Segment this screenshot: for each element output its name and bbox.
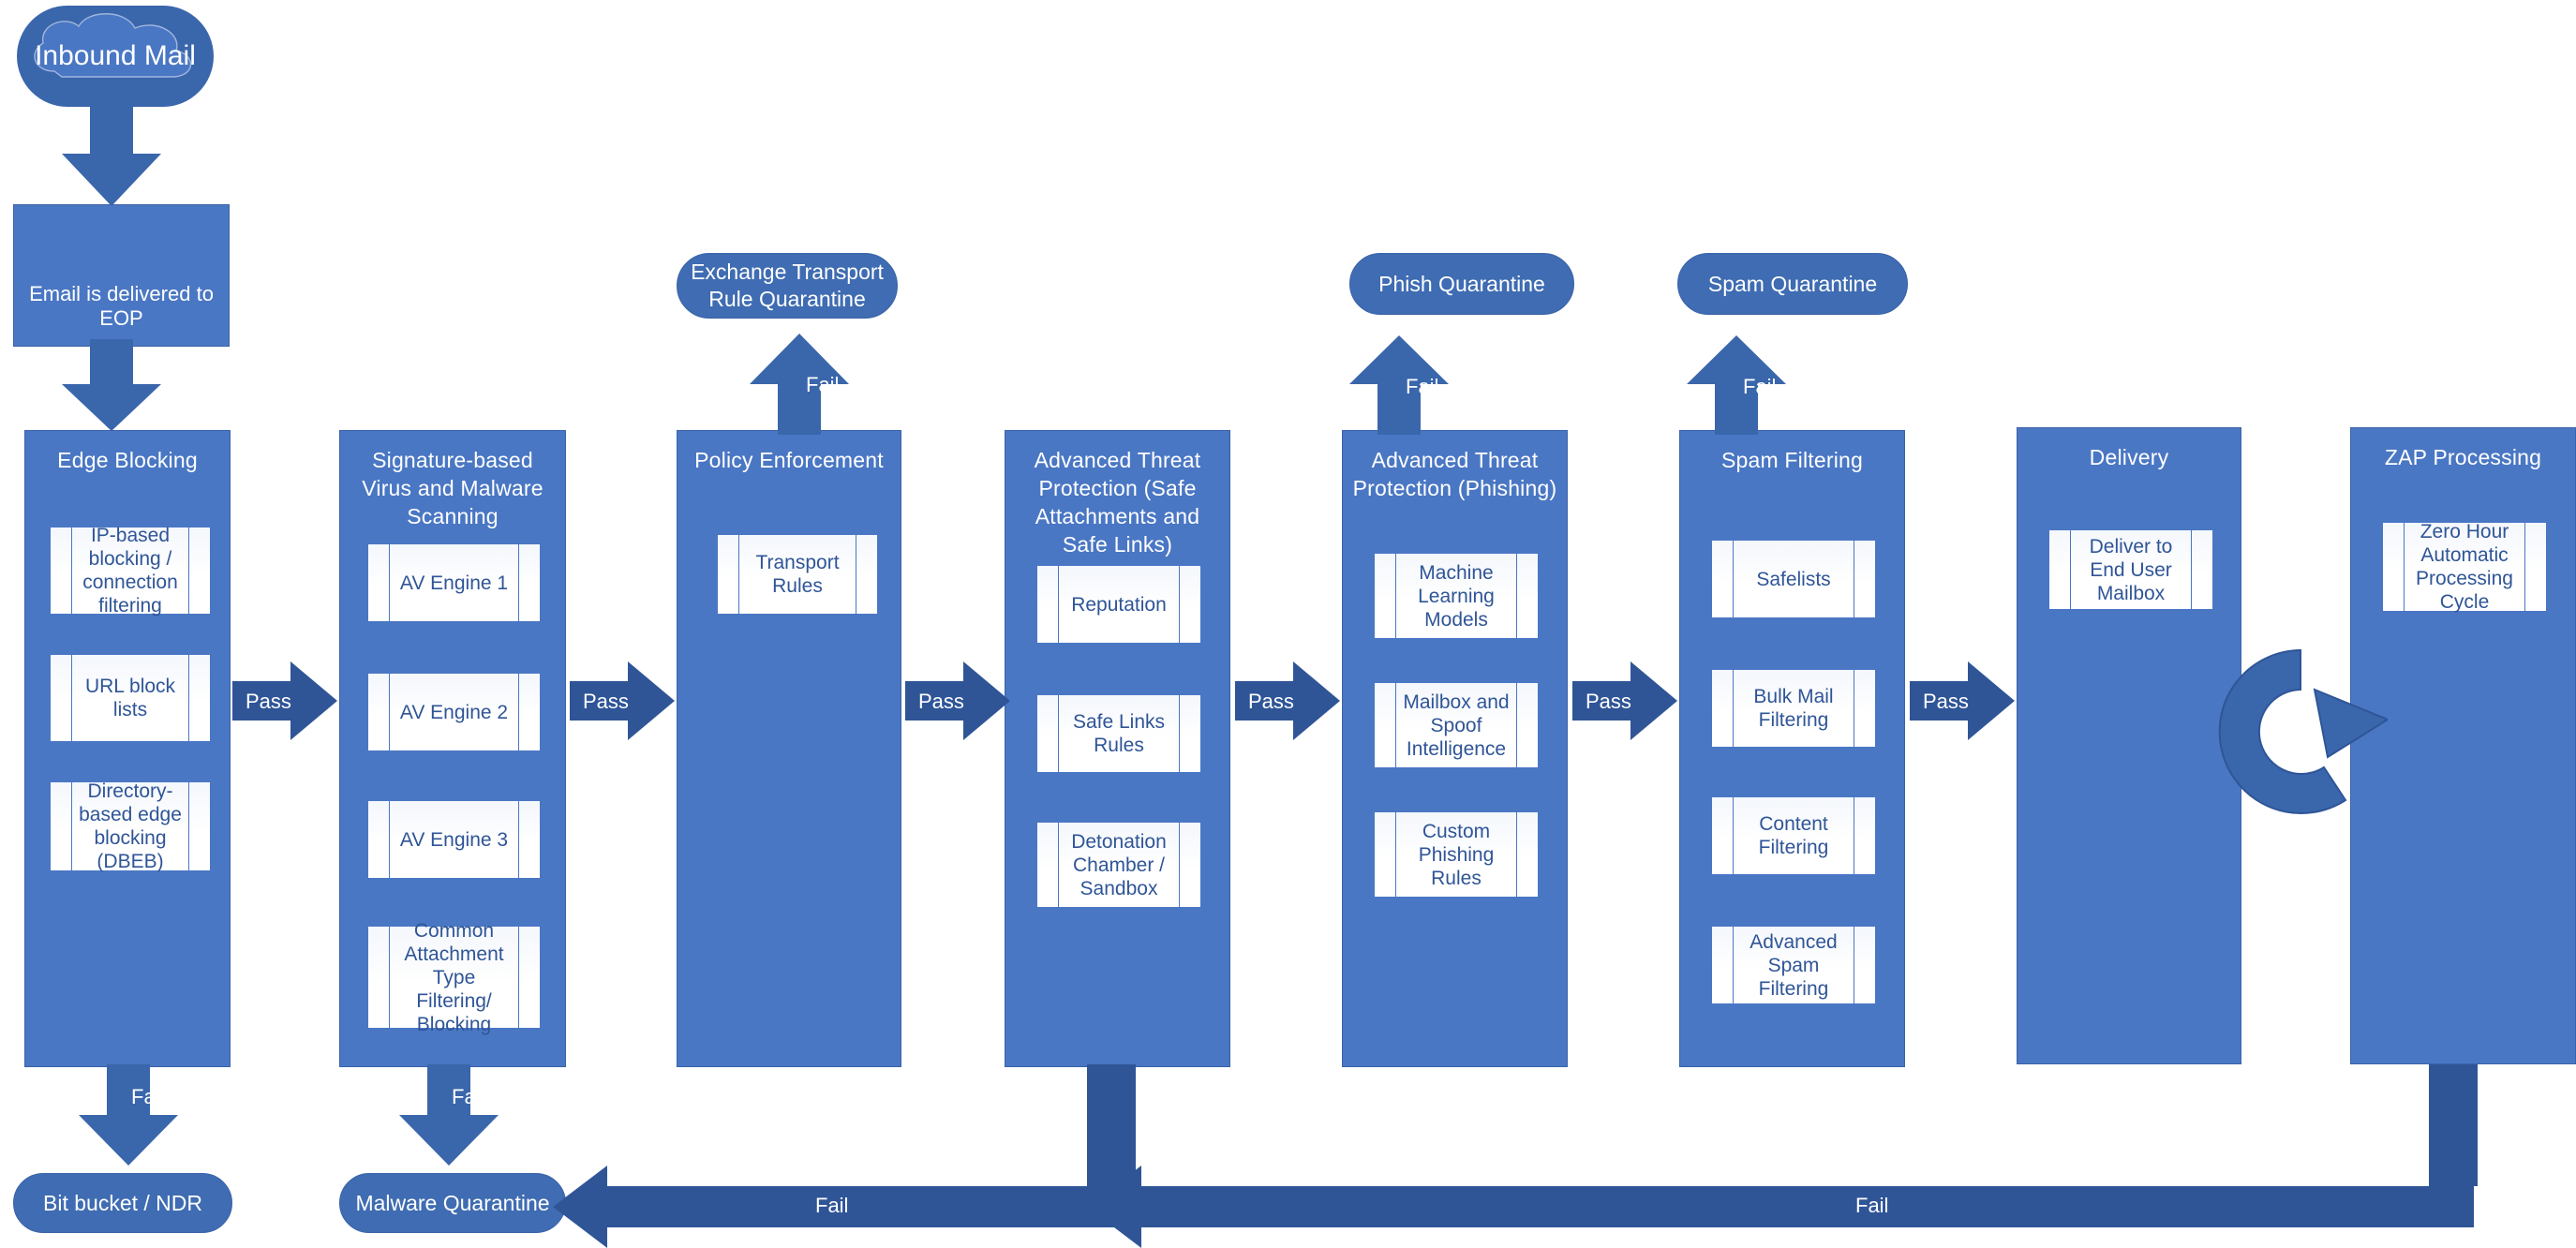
pass-arrow-1: Pass	[232, 661, 337, 740]
stage-title: Edge Blocking	[57, 448, 198, 472]
stage-edge-blocking[interactable]: Edge Blocking IP-based blocking / connec…	[24, 430, 231, 1067]
pass-label: Pass	[1923, 690, 1969, 713]
pass-arrow-6: Pass	[1910, 661, 2015, 740]
stage-policy-enforcement[interactable]: Policy Enforcement Transport Rules	[677, 430, 901, 1067]
quarantine-label: Spam Quarantine	[1707, 271, 1878, 296]
sub-item-label: AV Engine 1	[399, 572, 509, 594]
quarantine-exchange-transport-rule[interactable]: Exchange Transport Rule Quarantine	[677, 253, 898, 319]
sub-item[interactable]: URL block lists	[50, 654, 211, 742]
sub-item-label: Bulk Mail Filtering	[1753, 686, 1834, 731]
sub-item[interactable]: Zero Hour Automatic Processing Cycle	[2382, 521, 2547, 613]
sub-item-label: Zero Hour Automatic Processing Cycle	[2416, 521, 2513, 613]
fail-label: Fail	[131, 1085, 165, 1108]
fail-label: Fail	[806, 373, 840, 396]
pass-label: Pass	[583, 690, 629, 713]
sub-item-label: Safe Links Rules	[1072, 711, 1166, 756]
fail-label: Fail	[452, 1085, 485, 1108]
fail-arrow-spam-filtering: Fail	[1683, 335, 1790, 435]
stage-signature-scanning[interactable]: Signature-based Virus and Malware Scanni…	[339, 430, 566, 1067]
sub-item-label: Safelists	[1756, 568, 1831, 590]
pass-arrow-2: Pass	[570, 661, 675, 740]
stage-title: Policy Enforcement	[694, 448, 884, 472]
sub-item-label: Common Attachment Type Filtering/ Blocki…	[404, 919, 504, 1035]
sub-item-label: URL block lists	[84, 676, 176, 721]
stage-spam-filtering[interactable]: Spam Filtering Safelists Bulk Mail Filte…	[1679, 430, 1905, 1067]
quarantine-label: Phish Quarantine	[1378, 271, 1545, 296]
sub-item[interactable]: Safe Links Rules	[1036, 694, 1201, 773]
sub-item-label: Reputation	[1071, 593, 1167, 616]
quarantine-label: Bit bucket / NDR	[43, 1190, 202, 1215]
sub-item-label: Detonation Chamber / Sandbox	[1071, 830, 1167, 899]
sub-item[interactable]: AV Engine 3	[367, 800, 541, 879]
sub-item-label: Transport Rules	[755, 552, 840, 597]
quarantine-bit-bucket-ndr[interactable]: Bit bucket / NDR	[13, 1173, 232, 1233]
sub-item-label: Directory-based edge blocking (DBEB)	[79, 780, 182, 872]
sub-item[interactable]: AV Engine 1	[367, 543, 541, 622]
fail-arrow-cloud-to-eop	[56, 86, 167, 208]
fail-label: Fail	[1743, 375, 1777, 398]
sub-item-label: AV Engine 3	[399, 828, 509, 851]
stage-title: Advanced Threat Protection (Phishing)	[1352, 448, 1557, 500]
sub-item-label: Mailbox and Spoof Intelligence	[1403, 691, 1510, 760]
sub-item[interactable]: Common Attachment Type Filtering/ Blocki…	[367, 920, 541, 1035]
quarantine-label: Malware Quarantine	[355, 1190, 550, 1215]
stage-atp-phishing[interactable]: Advanced Threat Protection (Phishing) Ma…	[1342, 430, 1568, 1067]
sub-item[interactable]: Mailbox and Spoof Intelligence	[1374, 682, 1539, 768]
sub-item[interactable]: IP-based blocking / connection filtering	[50, 525, 211, 617]
stage-title: ZAP Processing	[2384, 445, 2542, 469]
fail-arrow-zap-to-malware-quarantine: Fail	[1087, 1166, 2474, 1248]
quarantine-malware[interactable]: Malware Quarantine	[339, 1173, 566, 1233]
sub-item-label: Machine Learning Models	[1418, 561, 1495, 631]
eop-intake-box: Email is delivered to EOP	[13, 204, 230, 347]
fail-label: Fail	[1406, 375, 1439, 398]
fail-label: Fail	[815, 1194, 849, 1217]
sub-item-label: AV Engine 2	[399, 701, 509, 723]
fail-arrow-signature-scanning-down: Fail	[394, 1064, 504, 1167]
sub-item[interactable]: Custom Phishing Rules	[1374, 811, 1539, 898]
sub-item-label: Content Filtering	[1758, 813, 1829, 858]
stage-title: Delivery	[2089, 445, 2169, 469]
pass-label: Pass	[246, 690, 291, 713]
fail-arrow-policy-enforcement: Fail	[746, 334, 853, 435]
sub-item[interactable]: Machine Learning Models	[1374, 553, 1539, 639]
sub-item-label: Custom Phishing Rules	[1418, 820, 1495, 889]
sub-item-label: IP-based blocking / connection filtering	[82, 525, 178, 617]
sub-item[interactable]: Transport Rules	[717, 534, 878, 615]
stage-delivery[interactable]: Delivery Deliver to End User Mailbox	[2017, 427, 2241, 1064]
fail-arrow-atp-to-malware-quarantine: Fail	[553, 1166, 1139, 1248]
eop-intake-label: Email is delivered to EOP	[29, 282, 214, 330]
pass-arrow-4: Pass	[1235, 661, 1340, 740]
sub-item-label: Advanced Spam Filtering	[1750, 930, 1838, 1000]
sub-item-label: Deliver to End User Mailbox	[2089, 535, 2173, 604]
sub-item[interactable]: Safelists	[1711, 540, 1876, 618]
stage-title: Spam Filtering	[1720, 448, 1864, 472]
pass-label: Pass	[1586, 690, 1631, 713]
sub-item[interactable]: Advanced Spam Filtering	[1711, 926, 1876, 1004]
stage-atp-attachments-links[interactable]: Advanced Threat Protection (Safe Attachm…	[1005, 430, 1230, 1067]
pass-label: Pass	[918, 690, 964, 713]
pass-arrow-5: Pass	[1572, 661, 1677, 740]
quarantine-label: Exchange Transport Rule Quarantine	[691, 260, 884, 311]
flowchart-canvas: Inbound Mail Email is delivered to EOP E…	[0, 0, 2576, 1248]
sub-item[interactable]: Bulk Mail Filtering	[1711, 669, 1876, 748]
quarantine-phish[interactable]: Phish Quarantine	[1349, 253, 1574, 315]
circular-arrow-icon	[2213, 645, 2388, 819]
sub-item[interactable]: Content Filtering	[1711, 796, 1876, 875]
sub-item[interactable]: Deliver to End User Mailbox	[2048, 529, 2213, 610]
sub-item[interactable]: Detonation Chamber / Sandbox	[1036, 822, 1201, 908]
fail-arrow-atp-phishing: Fail	[1346, 335, 1452, 435]
pass-label: Pass	[1248, 690, 1294, 713]
fail-arrow-edge-blocking-down: Fail	[73, 1064, 184, 1167]
arrow-eop-to-edge-blocking	[56, 339, 167, 433]
fail-label: Fail	[1855, 1194, 1889, 1217]
sub-item[interactable]: AV Engine 2	[367, 673, 541, 751]
cloud-label: Inbound Mail	[35, 40, 196, 71]
stage-title: Signature-based Virus and Malware Scanni…	[362, 448, 543, 528]
sub-item[interactable]: Reputation	[1036, 565, 1201, 644]
quarantine-spam[interactable]: Spam Quarantine	[1677, 253, 1908, 315]
sub-item[interactable]: Directory-based edge blocking (DBEB)	[50, 780, 211, 872]
stage-title: Advanced Threat Protection (Safe Attachm…	[1034, 448, 1201, 557]
pass-arrow-3: Pass	[905, 661, 1010, 740]
